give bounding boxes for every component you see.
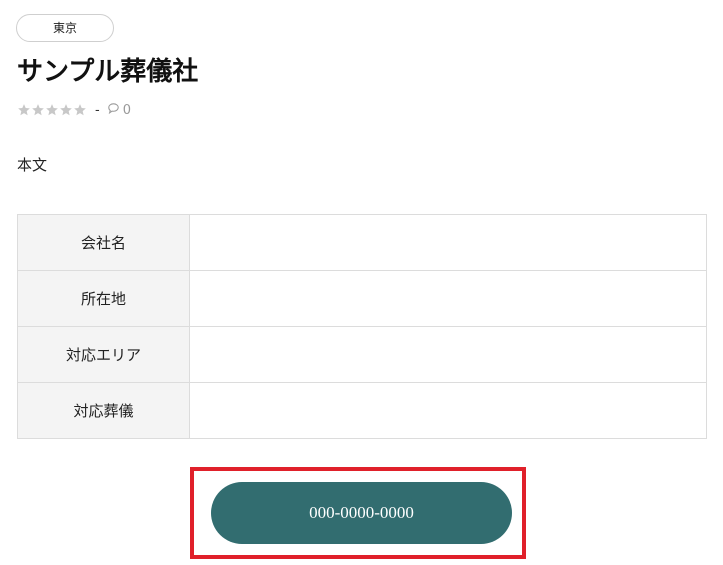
row-value-service-area xyxy=(189,326,707,383)
row-value-funeral-types xyxy=(189,382,707,439)
star-icon xyxy=(74,104,86,116)
comment-count[interactable]: 0 xyxy=(123,103,131,118)
row-value-address xyxy=(189,270,707,327)
meta-separator: - xyxy=(95,102,100,118)
page-title: サンプル葬儀社 xyxy=(17,57,199,87)
row-label-address: 所在地 xyxy=(17,270,190,327)
star-icon xyxy=(32,104,44,116)
star-icon xyxy=(60,104,72,116)
table-row: 会社名 xyxy=(17,214,707,271)
star-icon xyxy=(46,104,58,116)
company-info-table: 会社名 所在地 対応エリア 対応葬儀 xyxy=(17,214,707,439)
table-row: 所在地 xyxy=(17,270,707,327)
row-label-service-area: 対応エリア xyxy=(17,326,190,383)
table-row: 対応エリア xyxy=(17,326,707,383)
area-tag[interactable]: 東京 xyxy=(16,14,114,42)
star-rating xyxy=(17,103,87,117)
phone-call-button[interactable]: 000-0000-0000 xyxy=(211,482,512,544)
rating-meta: - 0 xyxy=(17,100,131,120)
row-label-company-name: 会社名 xyxy=(17,214,190,271)
row-value-company-name xyxy=(189,214,707,271)
star-icon xyxy=(18,104,30,116)
comment-icon[interactable] xyxy=(107,102,120,119)
body-text: 本文 xyxy=(17,156,48,174)
row-label-funeral-types: 対応葬儀 xyxy=(17,382,190,439)
table-row: 対応葬儀 xyxy=(17,382,707,439)
